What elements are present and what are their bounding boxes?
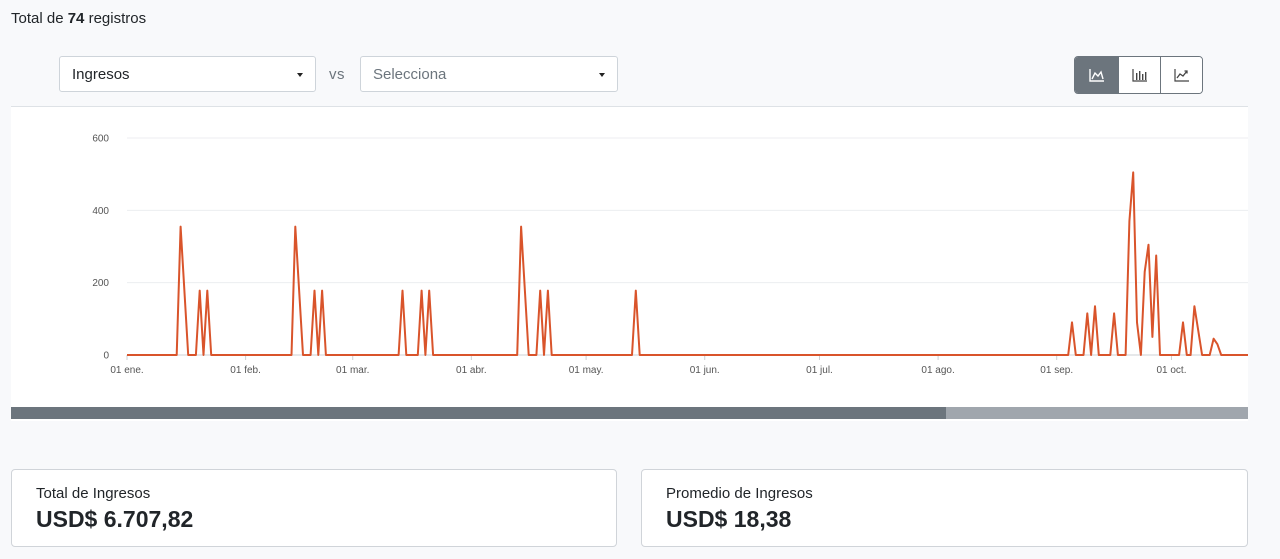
average-revenue-value: USD$ 18,38 bbox=[666, 506, 792, 532]
average-revenue-card: Promedio de Ingresos USD$ 18,38 bbox=[641, 469, 1248, 547]
chart-type-toggle bbox=[1074, 56, 1203, 94]
y-tick-label: 200 bbox=[92, 278, 109, 289]
x-tick-label: 01 sep. bbox=[1040, 365, 1073, 376]
line-chart-button[interactable] bbox=[1160, 57, 1202, 93]
x-tick-label: 01 abr. bbox=[456, 365, 487, 376]
records-suffix: registros bbox=[88, 10, 147, 27]
bar-chart-button[interactable] bbox=[1118, 57, 1160, 93]
vs-label: vs bbox=[329, 66, 345, 83]
area-chart-button[interactable] bbox=[1075, 57, 1118, 93]
line-chart-icon bbox=[1173, 69, 1189, 82]
records-prefix: Total de bbox=[11, 10, 64, 27]
metric-select-compare[interactable]: Selecciona bbox=[360, 56, 618, 92]
y-tick-label: 0 bbox=[103, 351, 109, 362]
bar-chart-icon bbox=[1131, 69, 1147, 82]
revenue-line-chart: 0 200 400 600 01 ene. 01 feb. 01 mar. 01 abr. 01… bbox=[92, 134, 1248, 376]
x-tick-label: 01 mar. bbox=[336, 365, 369, 376]
total-revenue-card: Total de Ingresos USD$ 6.707,82 bbox=[11, 469, 617, 547]
x-tick-label: 01 oct. bbox=[1156, 365, 1186, 376]
metric-select-primary[interactable]: Ingresos bbox=[59, 56, 316, 92]
series-line bbox=[127, 171, 1248, 356]
x-tick-label: 01 ago. bbox=[921, 365, 954, 376]
area-chart-icon bbox=[1088, 69, 1104, 82]
chevron-down-icon bbox=[297, 73, 303, 77]
x-tick-label: 01 may. bbox=[569, 365, 604, 376]
records-summary: Total de 74 registros bbox=[11, 10, 146, 27]
metric-select-primary-value: Ingresos bbox=[72, 65, 130, 83]
x-tick-label: 01 jul. bbox=[806, 365, 833, 376]
chevron-down-icon bbox=[599, 73, 605, 77]
chart-range-scroll-thumb[interactable] bbox=[11, 407, 946, 419]
chart-area: 0 200 400 600 01 ene. 01 feb. 01 mar. 01 abr. 01… bbox=[11, 106, 1248, 421]
total-revenue-label: Total de Ingresos bbox=[36, 485, 151, 502]
total-revenue-value: USD$ 6.707,82 bbox=[36, 506, 194, 532]
x-tick-label: 01 jun. bbox=[690, 365, 720, 376]
average-revenue-label: Promedio de Ingresos bbox=[666, 485, 813, 502]
y-tick-label: 400 bbox=[92, 206, 109, 217]
x-tick-label: 01 feb. bbox=[230, 365, 261, 376]
chart-range-scrollbar[interactable] bbox=[11, 407, 1248, 419]
records-count: 74 bbox=[67, 10, 85, 27]
x-tick-label: 01 ene. bbox=[110, 365, 143, 376]
metric-select-compare-placeholder: Selecciona bbox=[373, 65, 447, 83]
y-tick-label: 600 bbox=[92, 134, 109, 145]
